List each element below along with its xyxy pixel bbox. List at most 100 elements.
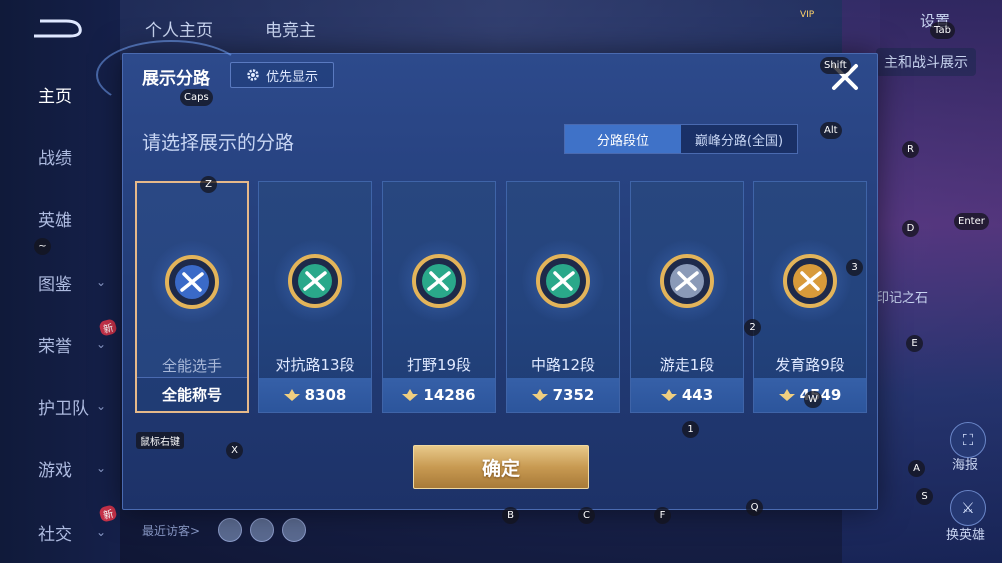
- lane-card-value: 443: [681, 386, 714, 404]
- lane-card-name: 发育路9段: [775, 356, 845, 374]
- key-hint-r: R: [902, 141, 919, 158]
- modal-subtitle: 请选择展示的分路: [142, 132, 295, 154]
- farm-lane-badge-icon: [783, 254, 837, 308]
- key-hint-w: W: [804, 391, 822, 408]
- sidebar-item-label: 社交: [38, 524, 72, 545]
- lane-card-name: 全能选手: [161, 357, 222, 375]
- top-nav: 个人主页 电竞主: [145, 16, 316, 41]
- lane-card-footer: 8308: [259, 378, 371, 412]
- key-hint-2: 2: [744, 319, 761, 336]
- sidebar-item-social[interactable]: 社交 ⌄ 新: [0, 504, 120, 552]
- visitor-avatar[interactable]: [282, 518, 306, 542]
- key-hint-e: E: [906, 335, 923, 352]
- all-round-badge-icon: [165, 255, 219, 309]
- sidebar-item-label: 荣誉: [38, 336, 72, 357]
- sidebar-item-record[interactable]: 战绩: [0, 136, 120, 176]
- power-points-icon: [660, 389, 677, 401]
- lane-card-name: 打野19段: [406, 356, 472, 374]
- key-hint-f: F: [654, 507, 671, 524]
- key-hint-tilde: ~: [34, 238, 51, 255]
- lane-card-value: 8308: [304, 386, 347, 404]
- visitor-avatar[interactable]: [250, 518, 274, 542]
- imprint-stone-label: 印记之石: [876, 291, 929, 306]
- lane-card[interactable]: 对抗路13段 8308: [258, 181, 372, 413]
- lane-card-footer: 全能称号: [137, 377, 247, 411]
- lane-card[interactable]: 游走1段 443: [630, 181, 744, 413]
- power-points-icon: [283, 389, 300, 401]
- key-hint-d: D: [902, 220, 919, 237]
- key-hint-enter: Enter: [954, 213, 989, 230]
- vip-badge: VIP: [800, 10, 815, 20]
- game-logo-icon: [34, 19, 82, 38]
- key-hint-1: 1: [682, 421, 699, 438]
- key-hint-s: S: [916, 488, 933, 505]
- key-hint-q: Q: [746, 499, 763, 516]
- modal-title: 展示分路: [142, 69, 210, 89]
- chevron-down-icon: ⌄: [96, 337, 107, 351]
- swap-hero-icon[interactable]: ⚔: [950, 490, 986, 526]
- key-hint-x: X: [226, 442, 243, 459]
- roam-badge-icon: [660, 254, 714, 308]
- lane-card-name: 对抗路13段: [275, 356, 355, 374]
- tab-profile[interactable]: 个人主页: [145, 16, 213, 41]
- power-points-icon: [402, 389, 419, 401]
- key-hint-c: C: [578, 507, 595, 524]
- poster-icon[interactable]: ⛶: [950, 422, 986, 458]
- power-points-icon: [778, 389, 795, 401]
- key-hint-tab: Tab: [930, 22, 955, 39]
- recent-visitors-link[interactable]: 最近访客>: [142, 522, 200, 539]
- lane-card[interactable]: 发育路9段4549: [753, 181, 867, 413]
- confirm-button[interactable]: 确定: [413, 445, 589, 489]
- priority-display-button[interactable]: 优先显示: [230, 62, 334, 88]
- key-hint-shift: Shift: [820, 57, 851, 74]
- tab-peak-lane[interactable]: 巅峰分路(全国): [681, 125, 797, 153]
- lane-card-name: 中路12段: [530, 356, 596, 374]
- key-hint-b: B: [502, 507, 519, 524]
- chevron-down-icon: ⌄: [96, 525, 107, 539]
- clash-lane-badge-icon: [288, 254, 342, 308]
- sidebar-item-squad[interactable]: 护卫队 ⌄: [0, 386, 120, 426]
- mid-lane-badge-icon: [536, 254, 590, 308]
- gear-icon: [247, 69, 259, 81]
- lane-card-value: 14286: [423, 386, 476, 404]
- sidebar-item-label: 游戏: [38, 460, 72, 481]
- sidebar-item-label: 护卫队: [38, 398, 89, 419]
- visitor-avatar[interactable]: [218, 518, 242, 542]
- priority-display-label: 优先显示: [265, 69, 318, 85]
- sidebar-item-codex[interactable]: 图鉴 ⌄: [0, 262, 120, 302]
- lane-card-footer: 7352: [507, 378, 619, 412]
- chevron-down-icon: ⌄: [96, 275, 107, 289]
- chevron-down-icon: ⌄: [96, 399, 107, 413]
- key-hint-caps: Caps: [180, 89, 213, 106]
- sidebar-item-label: 主页: [38, 86, 72, 107]
- sidebar-item-label: 图鉴: [38, 274, 72, 295]
- jungle-badge-icon: [412, 254, 466, 308]
- sidebar-item-honor[interactable]: 荣誉 ⌄ 新: [0, 318, 120, 364]
- battle-display-banner[interactable]: 主和战斗展示: [876, 48, 976, 76]
- key-hint-right-mouse: 鼠标右键: [136, 432, 184, 449]
- sidebar-item-label: 英雄: [38, 210, 72, 231]
- key-hint-3: 3: [846, 259, 863, 276]
- key-hint-a: A: [908, 460, 925, 477]
- tab-esports[interactable]: 电竞主: [265, 16, 316, 41]
- key-hint-z: Z: [200, 176, 217, 193]
- lane-card[interactable]: 中路12段 7352: [506, 181, 620, 413]
- lane-card-footer: 14286: [383, 378, 495, 412]
- key-hint-alt: Alt: [820, 122, 842, 139]
- tab-lane-rank[interactable]: 分路段位: [565, 125, 681, 153]
- poster-label: 海报: [952, 458, 979, 473]
- power-points-icon: [531, 389, 548, 401]
- sidebar-item-game[interactable]: 游戏 ⌄: [0, 448, 120, 488]
- lane-card[interactable]: 全能选手 全能称号: [135, 181, 249, 413]
- new-badge: 新: [98, 318, 118, 337]
- lane-tabs: 分路段位 巅峰分路(全国): [564, 124, 798, 154]
- lane-card-value: 全能称号: [161, 386, 222, 404]
- sidebar-item-label: 战绩: [38, 148, 72, 169]
- swap-hero-label: 换英雄: [946, 528, 986, 543]
- new-badge: 新: [98, 504, 118, 523]
- lane-card-footer: 443: [631, 378, 743, 412]
- lane-card-name: 游走1段: [659, 356, 715, 374]
- sidebar-item-heroes[interactable]: 英雄: [0, 198, 120, 238]
- lane-card[interactable]: 打野19段 14286: [382, 181, 496, 413]
- lane-card-value: 7352: [552, 386, 595, 404]
